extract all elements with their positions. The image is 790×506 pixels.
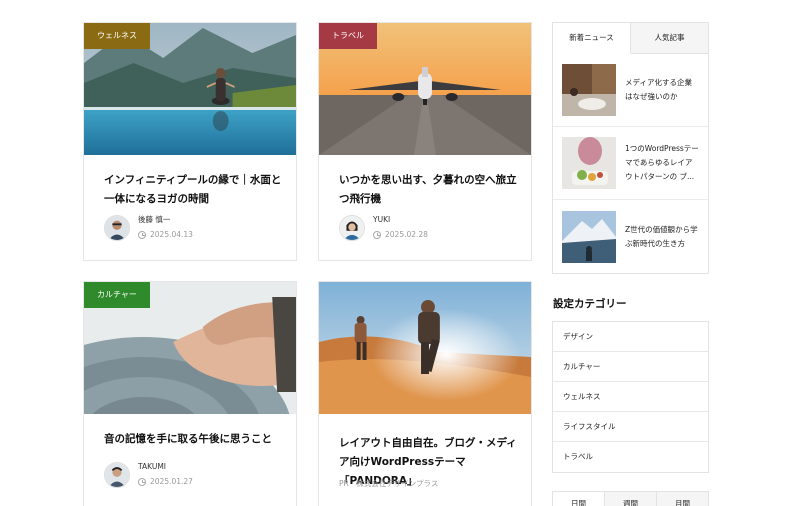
news-thumbnail[interactable] (562, 137, 616, 189)
tab-monthly[interactable]: 月間 (657, 492, 708, 506)
author-name[interactable]: TAKUMI (138, 461, 193, 472)
author-name[interactable]: YUKI (373, 214, 428, 225)
ranking-tab-bar: 日間 週間 月間 (552, 491, 709, 506)
article-author: YUKI 2025.02.28 (339, 214, 428, 241)
category-badge[interactable]: カルチャー (84, 282, 150, 308)
article-thumbnail[interactable]: ウェルネス (84, 23, 296, 155)
news-title[interactable]: Z世代の価値観から学ぶ新時代の生き方 (625, 223, 699, 251)
clock-icon (373, 230, 381, 239)
news-item[interactable]: 1つのWordPressテーマであらゆるレイアウトパターンの ブ... (553, 127, 708, 200)
sidebar-news-widget: 新着ニュース 人気記事 メディア化する企業はなぜ強いのか 1つのWordPres… (552, 22, 709, 274)
post-date: 2025.01.27 (138, 475, 193, 488)
date-text: 2025.02.28 (385, 230, 428, 239)
article-title[interactable]: インフィニティプールの縁で｜水面と一体になるヨガの時間 (104, 171, 282, 209)
date-text: 2025.04.13 (150, 230, 193, 239)
category-list: デザイン カルチャー ウェルネス ライフスタイル トラベル (552, 321, 709, 473)
article-thumbnail[interactable]: カルチャー (84, 282, 296, 414)
clock-icon (138, 477, 146, 486)
category-badge[interactable]: トラベル (319, 23, 377, 49)
tab-latest-news[interactable]: 新着ニュース (553, 23, 631, 54)
article-card-airplane[interactable]: トラベル いつかを思い出す、夕暮れの空へ旅立つ飛行機 YUKI 2025.02.… (318, 22, 532, 261)
news-title[interactable]: 1つのWordPressテーマであらゆるレイアウトパターンの ブ... (625, 142, 699, 184)
article-title[interactable]: 音の記憶を手に取る午後に思うこと (104, 430, 282, 449)
article-thumbnail[interactable]: トラベル (319, 23, 531, 155)
article-thumbnail[interactable] (319, 282, 531, 414)
sidebar-tab-bar: 新着ニュース 人気記事 (553, 23, 708, 54)
tab-weekly[interactable]: 週間 (605, 492, 657, 506)
article-author: TAKUMI 2025.01.27 (104, 461, 193, 488)
author-avatar (104, 461, 130, 488)
article-card-pandora[interactable]: レイアウト自由自在。ブログ・メディア向けWordPressテーマ「PANDORA… (318, 281, 532, 506)
author-avatar (339, 214, 365, 241)
date-text: 2025.01.27 (150, 477, 193, 486)
article-author: 後藤 慎一 2025.04.13 (104, 214, 193, 241)
post-date: 2025.04.13 (138, 228, 193, 241)
post-date: 2025.02.28 (373, 228, 428, 241)
news-item[interactable]: Z世代の価値観から学ぶ新時代の生き方 (553, 200, 708, 273)
news-thumbnail[interactable] (562, 64, 616, 116)
clock-icon (138, 230, 146, 239)
category-item-culture[interactable]: カルチャー (553, 352, 708, 382)
news-item[interactable]: メディア化する企業はなぜ強いのか (553, 54, 708, 127)
category-item-wellness[interactable]: ウェルネス (553, 382, 708, 412)
tab-popular-articles[interactable]: 人気記事 (631, 23, 708, 53)
tab-daily[interactable]: 日間 (553, 492, 605, 506)
news-title[interactable]: メディア化する企業はなぜ強いのか (625, 76, 699, 104)
category-badge[interactable]: ウェルネス (84, 23, 150, 49)
category-widget-heading: 設定カテゴリー (553, 298, 627, 310)
article-title[interactable]: いつかを思い出す、夕暮れの空へ旅立つ飛行機 (339, 171, 517, 209)
article-card-vinyl[interactable]: カルチャー 音の記憶を手に取る午後に思うこと TAKUMI 2025.01.27 (83, 281, 297, 506)
article-card-yoga[interactable]: ウェルネス インフィニティプールの縁で｜水面と一体になるヨガの時間 後藤 慎一 … (83, 22, 297, 261)
desert-hikers-image (319, 282, 531, 414)
category-item-lifestyle[interactable]: ライフスタイル (553, 412, 708, 442)
news-thumbnail[interactable] (562, 210, 616, 263)
author-avatar (104, 214, 130, 241)
pr-label[interactable]: PR 株式会社デザインプラス (339, 478, 438, 489)
category-item-design[interactable]: デザイン (553, 322, 708, 352)
category-item-travel[interactable]: トラベル (553, 442, 708, 472)
author-name[interactable]: 後藤 慎一 (138, 214, 193, 225)
